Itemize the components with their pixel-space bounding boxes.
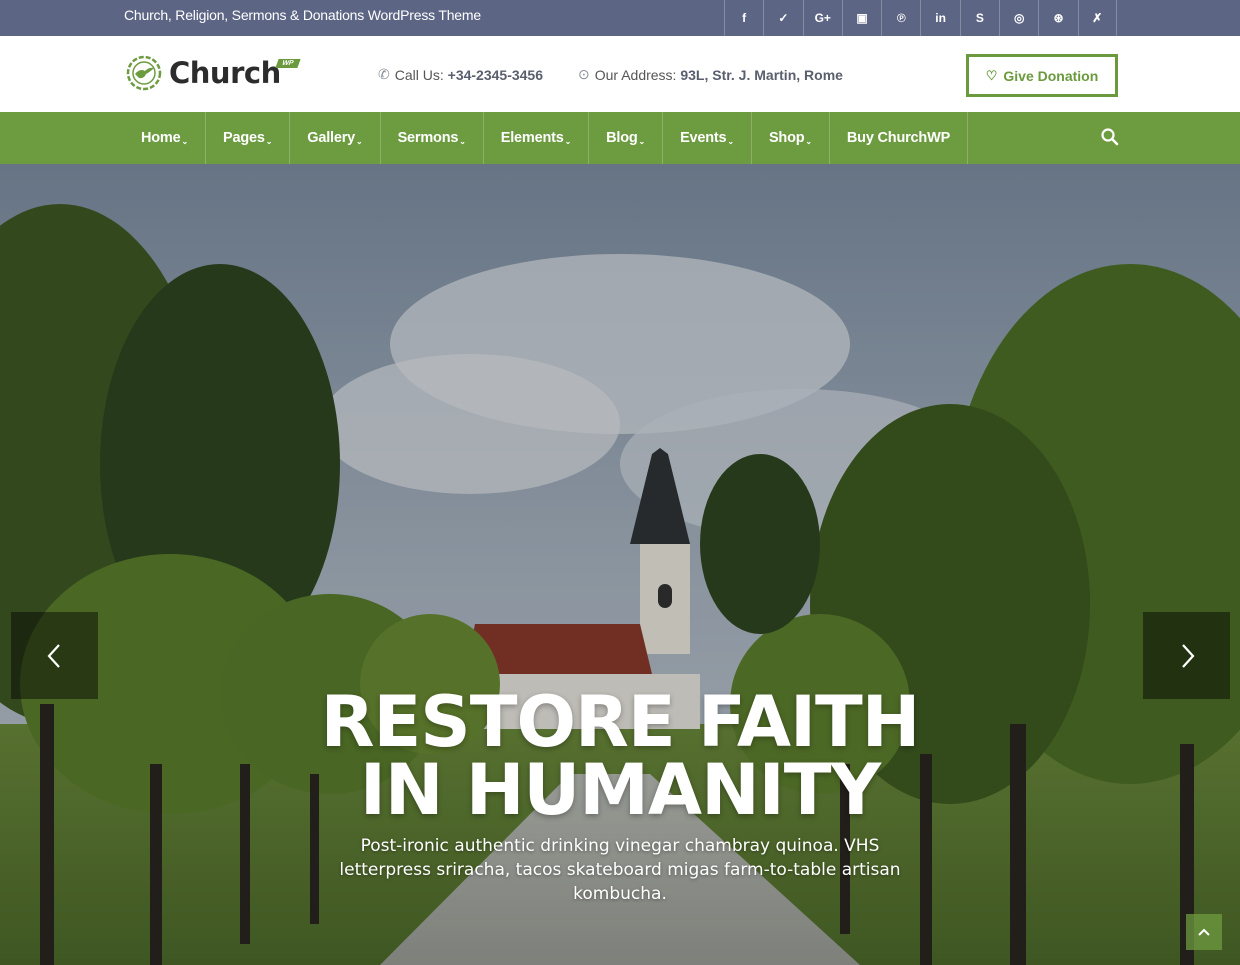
chevron-down-icon: ⌄ [564, 136, 572, 146]
main-navigation: Home ⌄ Pages ⌄ Gallery ⌄ Sermons ⌄ Elements ⌄ Blog… [0, 112, 1240, 164]
nav-item-label: Events [680, 130, 727, 146]
hero-headline-line2: IN HUMANITY [359, 749, 881, 831]
church-logo-icon [126, 55, 162, 91]
chevron-right-icon [1181, 643, 1194, 668]
site-tagline: Church, Religion, Sermons & Donations Wo… [124, 7, 481, 23]
nav-item-label: Buy ChurchWP [846, 130, 951, 146]
nav-item-label: Sermons [397, 130, 459, 146]
chevron-down-icon: ⌄ [727, 136, 734, 146]
chevron-down-icon: ⌄ [181, 136, 189, 146]
give-donation-label: Give Donation [1003, 67, 1099, 84]
address-label: Our Address: [594, 66, 677, 83]
site-logo[interactable]: Church WP [124, 53, 301, 93]
logo-text: Church [169, 56, 281, 90]
nav-item-label: Elements [500, 130, 564, 146]
nav-item-buy-churchwp[interactable]: Buy ChurchWP [830, 112, 969, 164]
phone-value[interactable]: +34-2345-3456 [448, 67, 543, 83]
nav-item-pages[interactable]: Pages ⌄ [206, 112, 291, 164]
joomla-icon[interactable]: ✗ [1077, 0, 1117, 36]
nav-item-shop[interactable]: Shop ⌄ [752, 112, 830, 164]
hero-headline-line1: RESTORE FAITH [320, 681, 921, 763]
chevron-down-icon: ⌄ [265, 136, 273, 146]
slider-next-button[interactable] [1143, 612, 1230, 699]
give-donation-button[interactable]: ♡ Give Donation [966, 54, 1118, 97]
chevron-down-icon: ⌄ [638, 136, 646, 146]
hero-headline: RESTORE FAITH IN HUMANITY [0, 681, 1240, 831]
linkedin-icon[interactable]: in [920, 0, 959, 36]
nav-item-label: Shop [768, 130, 805, 146]
phone-label: Call Us: [394, 66, 444, 83]
chevron-left-icon [47, 643, 60, 668]
nav-item-home[interactable]: Home ⌄ [124, 112, 207, 164]
social-links: f ✓ G+ ▣ ℗ in S ◎ ⊛ ✗ [724, 0, 1117, 36]
pinterest-icon[interactable]: ℗ [881, 0, 920, 36]
search-icon[interactable] [1100, 127, 1120, 147]
nav-item-label: Gallery [307, 130, 356, 146]
nav-item-gallery[interactable]: Gallery ⌄ [290, 112, 381, 164]
top-bar: Church, Religion, Sermons & Donations Wo… [0, 0, 1240, 36]
address-info: ⊙ Our Address: 93L, Str. J. Martin, Rome [578, 66, 843, 83]
chevron-down-icon: ⌄ [805, 136, 812, 146]
heart-icon: ♡ [985, 67, 998, 83]
youtube-icon[interactable]: ▣ [841, 0, 881, 36]
hero-slider: RESTORE FAITH IN HUMANITY Post-ironic au… [0, 164, 1240, 965]
nav-item-label: Blog [606, 130, 638, 146]
google-plus-icon[interactable]: G+ [802, 0, 842, 36]
phone-info: ✆ Call Us: +34-2345-3456 [378, 66, 543, 83]
chevron-up-icon [1198, 928, 1210, 936]
instagram-icon[interactable]: ◎ [999, 0, 1038, 36]
dribbble-icon[interactable]: ⊛ [1038, 0, 1077, 36]
facebook-icon[interactable]: f [724, 0, 763, 36]
nav-item-label: Home [141, 130, 181, 146]
skype-icon[interactable]: S [959, 0, 999, 36]
twitter-icon[interactable]: ✓ [763, 0, 802, 36]
site-header: Church WP ✆ Call Us: +34-2345-3456 ⊙ Our… [0, 36, 1240, 112]
address-value: 93L, Str. J. Martin, Rome [680, 66, 843, 83]
nav-item-elements[interactable]: Elements ⌄ [484, 112, 590, 164]
nav-item-blog[interactable]: Blog ⌄ [589, 112, 664, 164]
nav-item-events[interactable]: Events ⌄ [663, 112, 752, 164]
nav-item-label: Pages [223, 130, 265, 146]
nav-menu: Home ⌄ Pages ⌄ Gallery ⌄ Sermons ⌄ Elements ⌄ Blog… [124, 112, 969, 164]
slider-prev-button[interactable] [11, 612, 98, 699]
chevron-down-icon: ⌄ [459, 136, 466, 146]
location-pin-icon: ⊙ [578, 66, 590, 82]
logo-badge: WP [275, 59, 301, 68]
phone-icon: ✆ [378, 66, 390, 82]
hero-subtext: Post-ironic authentic drinking vinegar c… [339, 836, 901, 904]
scroll-to-top-button[interactable] [1186, 914, 1222, 950]
chevron-down-icon: ⌄ [356, 136, 363, 146]
nav-item-sermons[interactable]: Sermons ⌄ [381, 112, 484, 164]
